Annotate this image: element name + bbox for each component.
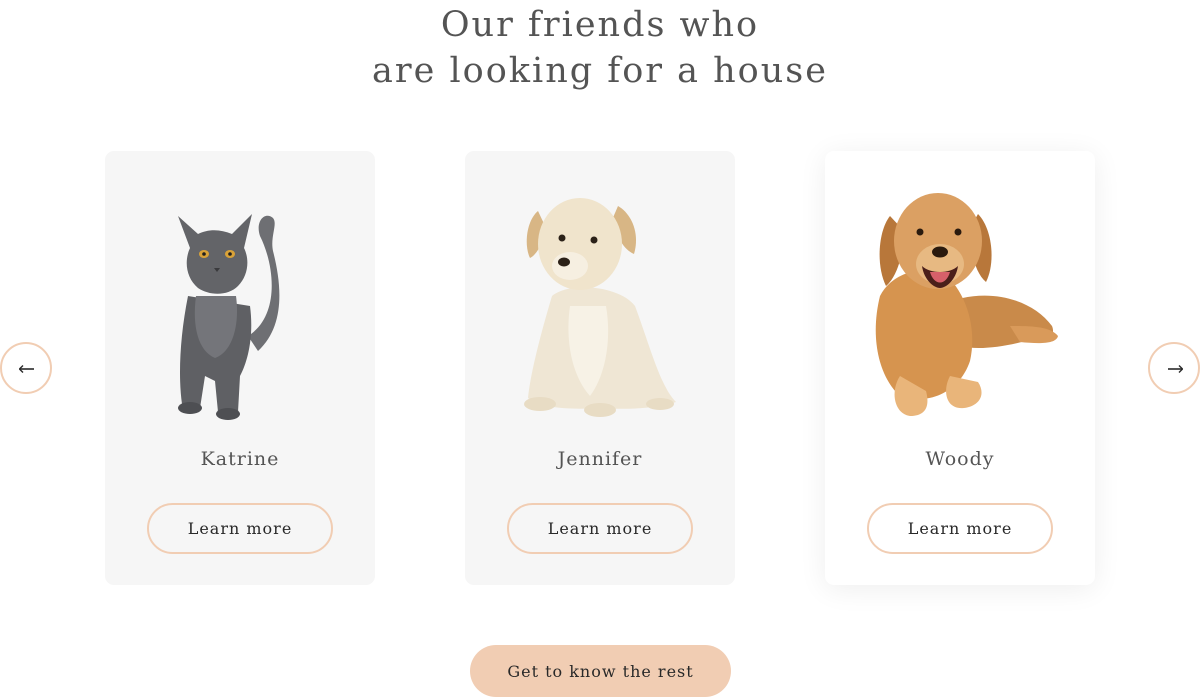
pet-photo-puppy — [500, 176, 700, 426]
learn-more-button[interactable]: Learn more — [507, 503, 693, 554]
pet-name: Katrine — [200, 448, 280, 470]
pet-name: Woody — [925, 448, 995, 470]
pet-card-katrine[interactable]: Katrine Learn more — [105, 151, 375, 585]
arrow-left-icon — [19, 365, 34, 373]
pet-card-woody[interactable]: Woody Learn more — [825, 151, 1095, 585]
arrow-right-icon — [1168, 365, 1183, 373]
pet-photo-cat — [140, 176, 340, 426]
learn-more-button[interactable]: Learn more — [147, 503, 333, 554]
pet-name: Jennifer — [557, 448, 643, 470]
get-to-know-the-rest-button[interactable]: Get to know the rest — [470, 645, 731, 697]
section-title-line-2: are looking for a house — [372, 51, 828, 91]
section-title-line-1: Our friends who — [440, 5, 760, 45]
pet-card-jennifer[interactable]: Jennifer Learn more — [465, 151, 735, 585]
pets-section: Our friends who are looking for a house — [0, 0, 1200, 697]
learn-more-button[interactable]: Learn more — [867, 503, 1053, 554]
pet-photo-golden-retriever — [860, 176, 1060, 426]
slider-next-button[interactable] — [1148, 342, 1200, 394]
slider-prev-button[interactable] — [0, 342, 52, 394]
section-title: Our friends who are looking for a house — [0, 2, 1200, 94]
